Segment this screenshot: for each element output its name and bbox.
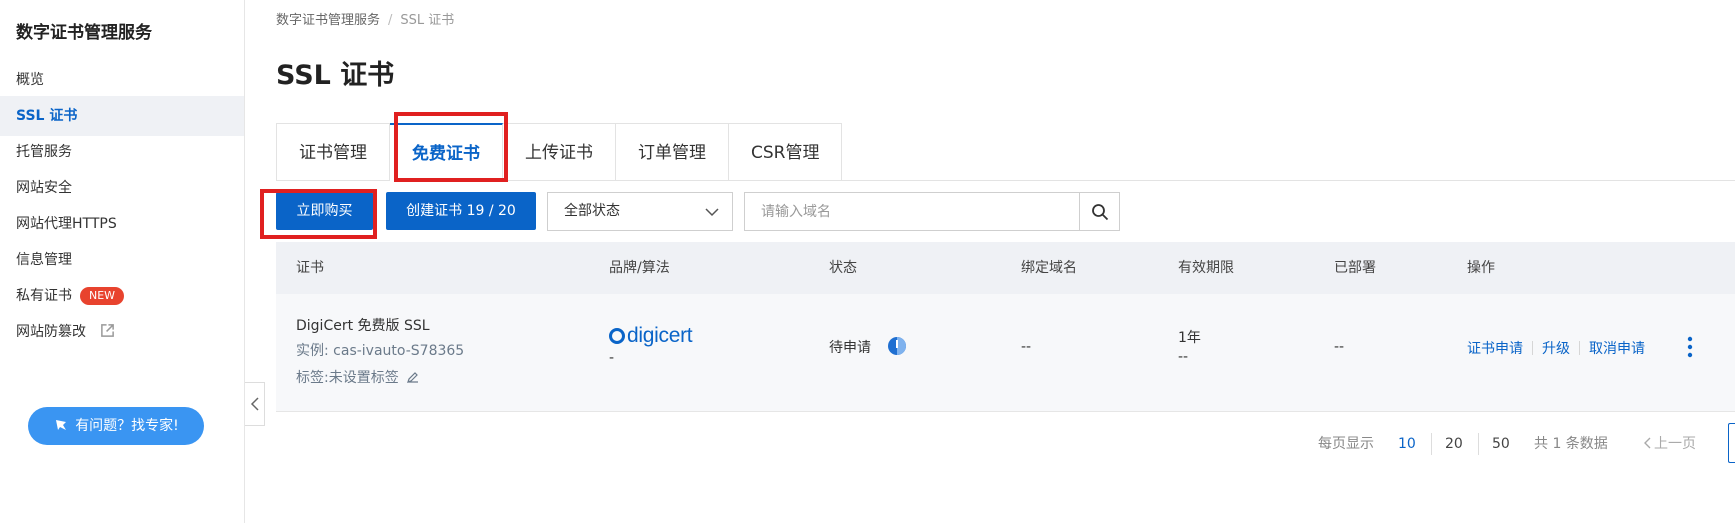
sidebar: 数字证书管理服务 概览 SSL 证书 托管服务 网站安全 网站代理HTTPS 信…	[0, 0, 245, 523]
sidebar-item-web-security[interactable]: 网站安全	[0, 168, 244, 208]
column-header-validity: 有效期限	[1178, 260, 1234, 276]
buy-now-button[interactable]: 立即购买	[276, 192, 373, 230]
apply-cert-link[interactable]: 证书申请	[1467, 341, 1523, 357]
column-header-actions: 操作	[1467, 260, 1495, 276]
column-header-deployed: 已部署	[1334, 260, 1376, 276]
sidebar-title: 数字证书管理服务	[16, 23, 152, 43]
cert-tag: 标签:未设置标签	[296, 367, 420, 387]
sidebar-item-ssl[interactable]: SSL 证书	[0, 96, 244, 136]
page-size-20[interactable]: 20	[1445, 426, 1463, 462]
chevron-down-icon	[705, 208, 719, 217]
ask-expert-button[interactable]: 有问题？找专家!	[28, 407, 204, 445]
cert-actions: 证书申请 升级 取消申请	[1467, 338, 1645, 358]
tab-cert-management[interactable]: 证书管理	[276, 123, 390, 181]
cert-bound-domain: --	[1021, 339, 1032, 355]
search-button[interactable]	[1079, 192, 1120, 231]
digicert-logo-icon	[609, 328, 625, 344]
tab-free-cert[interactable]: 免费证书	[390, 123, 503, 181]
sidebar-item-tamper-protection[interactable]: 网站防篡改	[0, 312, 244, 352]
pager-divider	[1478, 433, 1479, 455]
column-header-cert: 证书	[296, 260, 324, 276]
upgrade-link[interactable]: 升级	[1542, 341, 1570, 357]
table-header: 证书 品牌/算法 状态 绑定域名 有效期限 已部署 操作	[276, 242, 1735, 294]
chevron-left-icon	[250, 397, 259, 411]
sidebar-item-info-management[interactable]: 信息管理	[0, 240, 244, 280]
column-header-domain: 绑定域名	[1021, 260, 1077, 276]
sidebar-collapse-handle[interactable]	[245, 382, 265, 426]
page-size-50[interactable]: 50	[1492, 426, 1510, 462]
breadcrumb-separator: /	[388, 13, 393, 28]
more-actions-icon[interactable]	[1686, 336, 1694, 358]
breadcrumb-current: SSL 证书	[400, 13, 455, 28]
tab-csr-management[interactable]: CSR管理	[729, 123, 843, 181]
create-cert-button[interactable]: 创建证书 19 / 20	[386, 192, 536, 230]
sidebar-item-hosting[interactable]: 托管服务	[0, 132, 244, 172]
cert-validity: 1年	[1178, 330, 1201, 346]
action-divider	[1579, 341, 1580, 355]
cancel-apply-link[interactable]: 取消申请	[1589, 341, 1645, 357]
breadcrumb: 数字证书管理服务 / SSL 证书	[276, 9, 454, 28]
breadcrumb-root[interactable]: 数字证书管理服务	[276, 13, 380, 28]
action-divider	[1532, 341, 1533, 355]
column-header-brand: 品牌/算法	[609, 260, 670, 276]
page-title: SSL 证书	[276, 60, 395, 91]
cert-deployed: --	[1334, 339, 1345, 355]
per-page-label: 每页显示	[1318, 436, 1374, 452]
total-count: 共 1 条数据	[1534, 436, 1608, 452]
tab-order-management[interactable]: 订单管理	[616, 123, 729, 181]
sidebar-item-https-proxy[interactable]: 网站代理HTTPS	[0, 204, 244, 244]
page-size-10[interactable]: 10	[1398, 426, 1416, 462]
external-link-icon	[101, 324, 115, 337]
status-select[interactable]: 全部状态	[547, 192, 733, 231]
new-badge: NEW	[80, 287, 125, 305]
prev-page-button[interactable]: 上一页	[1644, 426, 1696, 462]
sidebar-item-overview[interactable]: 概览	[0, 60, 244, 100]
search-icon	[1091, 203, 1108, 220]
cert-name: DigiCert 免费版 SSL	[296, 318, 430, 334]
column-header-status: 状态	[829, 260, 857, 276]
cert-validity-sub: --	[1178, 349, 1189, 365]
pager-divider	[1431, 433, 1432, 455]
chat-bubble-icon	[56, 420, 67, 430]
digicert-logo: digicert	[609, 324, 693, 348]
domain-search-input[interactable]	[744, 192, 1079, 231]
cert-instance: 实例: cas-ivauto-S78365	[296, 343, 465, 359]
page-number-box[interactable]	[1728, 423, 1735, 463]
cert-status: 待申请	[829, 336, 907, 357]
tab-bar: 证书管理 免费证书 上传证书 订单管理 CSR管理	[276, 123, 843, 181]
table-row: DigiCert 免费版 SSL 实例: cas-ivauto-S78365 标…	[276, 294, 1735, 412]
tabs-divider	[830, 180, 1735, 181]
status-info-icon[interactable]	[887, 336, 907, 356]
cert-algorithm: -	[609, 350, 615, 366]
tab-upload-cert[interactable]: 上传证书	[503, 123, 616, 181]
chevron-left-icon	[1644, 437, 1651, 449]
sidebar-item-private-cert[interactable]: 私有证书 NEW	[0, 276, 244, 316]
edit-pencil-icon[interactable]	[406, 370, 420, 384]
